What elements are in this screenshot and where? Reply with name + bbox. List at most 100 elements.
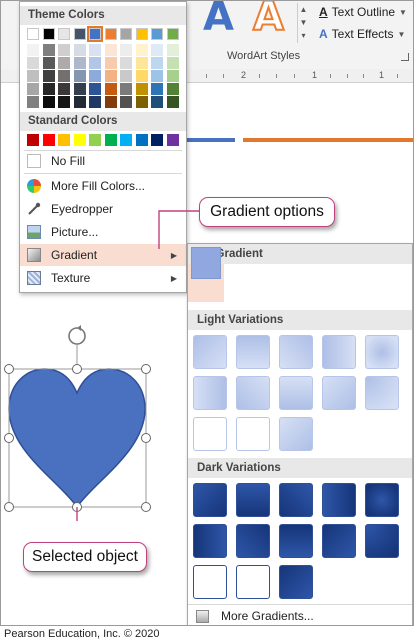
theme-color-swatch[interactable] (89, 96, 101, 108)
standard-color-swatch[interactable] (42, 134, 55, 146)
dark-gradient-tile[interactable] (236, 483, 270, 517)
light-gradient-tile[interactable] (236, 335, 270, 369)
theme-color-swatch[interactable] (151, 70, 163, 82)
dark-gradient-tile[interactable] (193, 483, 227, 517)
dark-gradient-tile[interactable] (279, 524, 313, 558)
theme-color-swatch[interactable] (58, 96, 70, 108)
resize-handle-n[interactable] (72, 364, 82, 374)
rotate-handle-icon[interactable] (68, 325, 86, 369)
no-fill-item[interactable]: No Fill (20, 150, 186, 172)
theme-color-swatch[interactable] (42, 28, 55, 40)
theme-color-swatch[interactable] (27, 96, 39, 108)
theme-color-swatch[interactable] (120, 83, 132, 95)
theme-color-swatch[interactable] (73, 44, 86, 56)
standard-color-swatch[interactable] (89, 134, 101, 146)
theme-color-swatch[interactable] (89, 44, 101, 56)
heart-shape[interactable] (1, 321, 187, 521)
theme-color-swatch[interactable] (42, 57, 55, 69)
theme-color-swatch[interactable] (42, 83, 55, 95)
theme-color-swatch[interactable] (135, 28, 148, 40)
theme-color-swatch[interactable] (27, 70, 39, 82)
more-gradients-item[interactable]: More Gradients... (188, 606, 412, 625)
dark-gradient-tile[interactable] (193, 565, 227, 599)
light-gradient-tile[interactable] (193, 335, 227, 369)
theme-color-swatch[interactable] (42, 44, 55, 56)
light-gradient-tile[interactable] (365, 335, 399, 369)
resize-handle-se[interactable] (141, 502, 151, 512)
theme-color-swatch[interactable] (104, 70, 117, 82)
more-fill-colors-item[interactable]: More Fill Colors... (20, 175, 186, 197)
dark-gradient-tile[interactable] (322, 483, 356, 517)
light-gradient-tile[interactable] (279, 417, 313, 451)
dark-gradient-tile[interactable] (365, 524, 399, 558)
theme-color-swatch[interactable] (135, 83, 148, 95)
theme-color-swatch[interactable] (120, 44, 132, 56)
light-gradient-tile[interactable] (365, 376, 399, 410)
theme-color-swatch[interactable] (73, 83, 86, 95)
dark-gradient-tile[interactable] (279, 483, 313, 517)
theme-color-swatch[interactable] (135, 44, 148, 56)
standard-color-swatch[interactable] (58, 134, 70, 146)
theme-color-swatch[interactable] (166, 96, 179, 108)
theme-color-swatch[interactable] (27, 44, 39, 56)
theme-color-swatch[interactable] (120, 57, 132, 69)
standard-color-swatch[interactable] (104, 134, 117, 146)
wordart-gallery-scroll[interactable]: ▲ ▼ ▾ (297, 3, 309, 43)
standard-color-swatch[interactable] (151, 134, 163, 146)
theme-color-swatch[interactable] (166, 83, 179, 95)
wordart-style-blue[interactable]: A (203, 1, 234, 39)
theme-color-swatch[interactable] (151, 44, 163, 56)
theme-color-swatch[interactable] (27, 28, 39, 40)
text-outline-button[interactable]: A Text Outline ▼ (319, 3, 407, 21)
theme-color-swatch[interactable] (120, 70, 132, 82)
theme-color-swatch[interactable] (42, 70, 55, 82)
resize-handle-w[interactable] (4, 433, 14, 443)
theme-color-swatch[interactable] (166, 28, 179, 40)
light-gradient-tile[interactable] (279, 376, 313, 410)
theme-color-swatch[interactable] (104, 44, 117, 56)
theme-color-swatch[interactable] (166, 44, 179, 56)
theme-color-swatch[interactable] (58, 28, 70, 40)
dark-gradient-tile[interactable] (236, 565, 270, 599)
theme-color-swatch[interactable] (135, 96, 148, 108)
no-gradient-tile[interactable] (188, 247, 224, 302)
theme-color-swatch[interactable] (58, 57, 70, 69)
theme-color-swatch[interactable] (135, 70, 148, 82)
theme-color-swatch[interactable] (166, 70, 179, 82)
theme-color-swatch[interactable] (89, 57, 101, 69)
theme-color-swatch[interactable] (89, 83, 101, 95)
dialog-launcher-icon[interactable] (401, 53, 409, 61)
theme-color-swatch[interactable] (151, 83, 163, 95)
theme-color-swatch[interactable] (151, 96, 163, 108)
theme-color-swatch[interactable] (58, 70, 70, 82)
theme-color-swatch[interactable] (104, 83, 117, 95)
theme-color-swatch[interactable] (104, 28, 117, 40)
standard-color-swatch[interactable] (27, 134, 39, 146)
theme-color-swatch[interactable] (73, 96, 86, 108)
theme-color-swatch[interactable] (27, 83, 39, 95)
theme-color-swatch[interactable] (104, 57, 117, 69)
light-gradient-tile[interactable] (193, 376, 227, 410)
theme-color-swatch[interactable] (120, 28, 132, 40)
theme-color-swatch[interactable] (166, 57, 179, 69)
theme-color-swatch[interactable] (151, 28, 163, 40)
wordart-style-orange-outline[interactable]: A (252, 1, 285, 40)
resize-handle-sw[interactable] (4, 502, 14, 512)
light-gradient-tile[interactable] (236, 417, 270, 451)
theme-color-swatch[interactable] (135, 57, 148, 69)
light-gradient-tile[interactable] (322, 335, 356, 369)
resize-handle-e[interactable] (141, 433, 151, 443)
theme-color-swatch[interactable] (73, 70, 86, 82)
theme-color-swatch[interactable] (73, 28, 86, 40)
theme-color-swatch[interactable] (58, 83, 70, 95)
standard-color-swatch[interactable] (166, 134, 179, 146)
texture-item[interactable]: Texture ▶ (20, 267, 186, 289)
standard-color-swatch[interactable] (120, 134, 132, 146)
theme-color-swatch[interactable] (104, 96, 117, 108)
theme-color-swatch[interactable] (120, 96, 132, 108)
dark-gradient-tile[interactable] (279, 565, 313, 599)
standard-color-swatch[interactable] (73, 134, 86, 146)
heart-shape-fill[interactable] (8, 368, 146, 509)
theme-color-swatch[interactable] (27, 57, 39, 69)
theme-color-swatch[interactable] (42, 96, 55, 108)
